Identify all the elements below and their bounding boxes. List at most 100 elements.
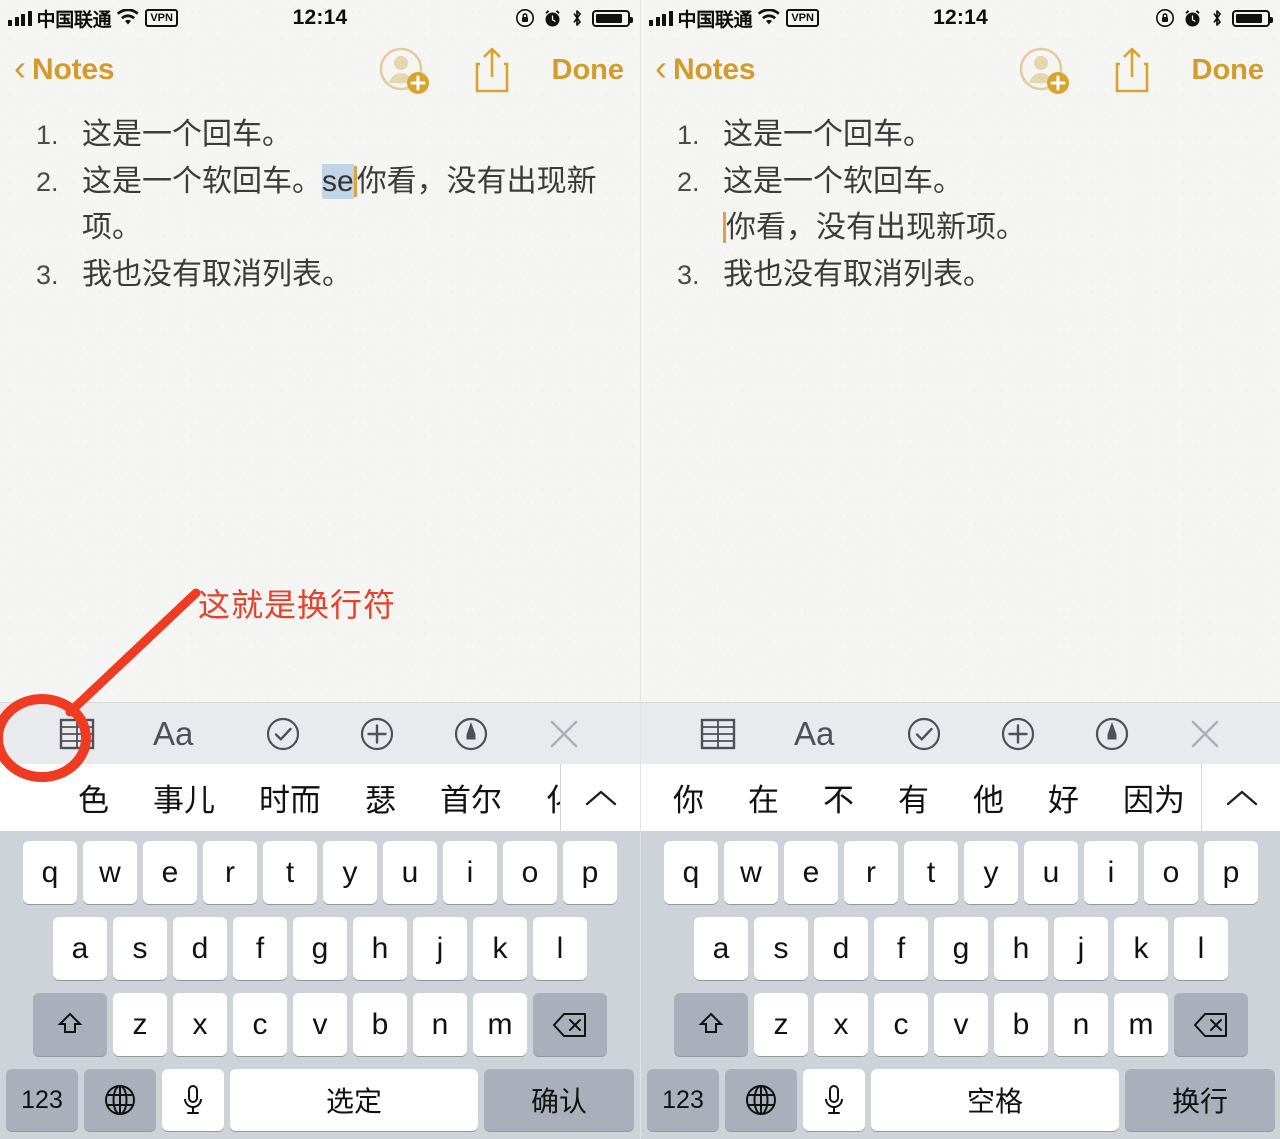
candidate-item[interactable]: 事儿: [131, 775, 237, 820]
key-u[interactable]: u: [1024, 841, 1078, 904]
share-icon[interactable]: [472, 45, 512, 95]
key-o[interactable]: o: [1144, 841, 1198, 904]
key-z[interactable]: z: [754, 993, 808, 1056]
key-w[interactable]: w: [83, 841, 137, 904]
key-i[interactable]: i: [1084, 841, 1138, 904]
chevron-up-icon[interactable]: [560, 764, 640, 831]
key-z[interactable]: z: [113, 993, 167, 1056]
key-s[interactable]: s: [754, 917, 808, 980]
key-e[interactable]: e: [143, 841, 197, 904]
key-l[interactable]: l: [533, 917, 587, 980]
add-attachment-icon[interactable]: [359, 716, 395, 752]
globe-icon[interactable]: [725, 1069, 797, 1131]
key-h[interactable]: h: [353, 917, 407, 980]
table-icon[interactable]: [59, 717, 95, 751]
numeric-keyboard-button[interactable]: 123: [6, 1069, 78, 1131]
backspace-icon[interactable]: [533, 993, 607, 1056]
key-d[interactable]: d: [814, 917, 868, 980]
add-person-icon[interactable]: [378, 45, 432, 95]
microphone-icon[interactable]: [803, 1069, 865, 1131]
key-q[interactable]: q: [664, 841, 718, 904]
space-key[interactable]: 空格: [871, 1069, 1119, 1131]
key-n[interactable]: n: [413, 993, 467, 1056]
candidate-item[interactable]: 在: [726, 775, 801, 820]
candidate-item[interactable]: 时而: [237, 775, 343, 820]
key-p[interactable]: p: [563, 841, 617, 904]
add-person-icon[interactable]: [1018, 45, 1072, 95]
key-d[interactable]: d: [173, 917, 227, 980]
key-e[interactable]: e: [784, 841, 838, 904]
markup-pen-icon[interactable]: [1094, 716, 1130, 752]
key-f[interactable]: f: [874, 917, 928, 980]
key-t[interactable]: t: [263, 841, 317, 904]
numeric-keyboard-button[interactable]: 123: [647, 1069, 719, 1131]
microphone-icon[interactable]: [162, 1069, 224, 1131]
key-x[interactable]: x: [814, 993, 868, 1056]
space-key[interactable]: 选定: [230, 1069, 478, 1131]
markup-pen-icon[interactable]: [453, 716, 489, 752]
key-m[interactable]: m: [473, 993, 527, 1056]
candidate-item[interactable]: 你: [651, 775, 726, 820]
key-k[interactable]: k: [1114, 917, 1168, 980]
key-i[interactable]: i: [443, 841, 497, 904]
note-body[interactable]: 1. 这是一个回车。 2. 这是一个软回车。 你看，没有出现新项。 3. 我也没…: [641, 104, 1280, 296]
key-v[interactable]: v: [293, 993, 347, 1056]
key-j[interactable]: j: [1054, 917, 1108, 980]
back-to-notes-button[interactable]: ‹ Notes: [14, 50, 115, 87]
note-body[interactable]: 1. 这是一个回车。 2. 这是一个软回车。se 你看，没有出现新 项。 3. 我…: [0, 104, 640, 296]
candidate-item[interactable]: 有: [876, 775, 951, 820]
candidate-item[interactable]: 他: [951, 775, 1026, 820]
candidate-item[interactable]: 因为: [1101, 775, 1201, 820]
table-icon[interactable]: [700, 717, 736, 751]
shift-icon[interactable]: [674, 993, 748, 1056]
key-x[interactable]: x: [173, 993, 227, 1056]
backspace-icon[interactable]: [1174, 993, 1248, 1056]
key-j[interactable]: j: [413, 917, 467, 980]
key-c[interactable]: c: [874, 993, 928, 1056]
key-l[interactable]: l: [1174, 917, 1228, 980]
text-format-icon[interactable]: Aa: [153, 717, 207, 751]
candidate-item[interactable]: 首尔: [418, 775, 524, 820]
key-u[interactable]: u: [383, 841, 437, 904]
key-g[interactable]: g: [934, 917, 988, 980]
key-a[interactable]: a: [694, 917, 748, 980]
key-q[interactable]: q: [23, 841, 77, 904]
checklist-icon[interactable]: [265, 716, 301, 752]
shift-icon[interactable]: [33, 993, 107, 1056]
candidate-item[interactable]: 色: [56, 775, 131, 820]
candidate-item[interactable]: 瑟: [343, 775, 418, 820]
candidate-item[interactable]: 好: [1026, 775, 1101, 820]
done-button[interactable]: Done: [552, 54, 625, 87]
key-w[interactable]: w: [724, 841, 778, 904]
key-v[interactable]: v: [934, 993, 988, 1056]
checklist-icon[interactable]: [906, 716, 942, 752]
key-g[interactable]: g: [293, 917, 347, 980]
return-key[interactable]: 确认: [484, 1069, 634, 1131]
key-y[interactable]: y: [323, 841, 377, 904]
key-c[interactable]: c: [233, 993, 287, 1056]
key-k[interactable]: k: [473, 917, 527, 980]
close-keyboard-icon[interactable]: [1188, 717, 1222, 751]
key-a[interactable]: a: [53, 917, 107, 980]
key-o[interactable]: o: [503, 841, 557, 904]
close-keyboard-icon[interactable]: [547, 717, 581, 751]
key-p[interactable]: p: [1204, 841, 1258, 904]
key-r[interactable]: r: [203, 841, 257, 904]
key-b[interactable]: b: [353, 993, 407, 1056]
key-r[interactable]: r: [844, 841, 898, 904]
key-f[interactable]: f: [233, 917, 287, 980]
add-attachment-icon[interactable]: [1000, 716, 1036, 752]
key-m[interactable]: m: [1114, 993, 1168, 1056]
text-format-icon[interactable]: Aa: [794, 717, 848, 751]
candidate-item[interactable]: 化: [524, 775, 560, 820]
key-b[interactable]: b: [994, 993, 1048, 1056]
back-to-notes-button[interactable]: ‹ Notes: [655, 50, 756, 87]
chevron-up-icon[interactable]: [1201, 764, 1280, 831]
key-t[interactable]: t: [904, 841, 958, 904]
share-icon[interactable]: [1112, 45, 1152, 95]
return-key[interactable]: 换行: [1125, 1069, 1275, 1131]
key-s[interactable]: s: [113, 917, 167, 980]
key-y[interactable]: y: [964, 841, 1018, 904]
key-h[interactable]: h: [994, 917, 1048, 980]
key-n[interactable]: n: [1054, 993, 1108, 1056]
